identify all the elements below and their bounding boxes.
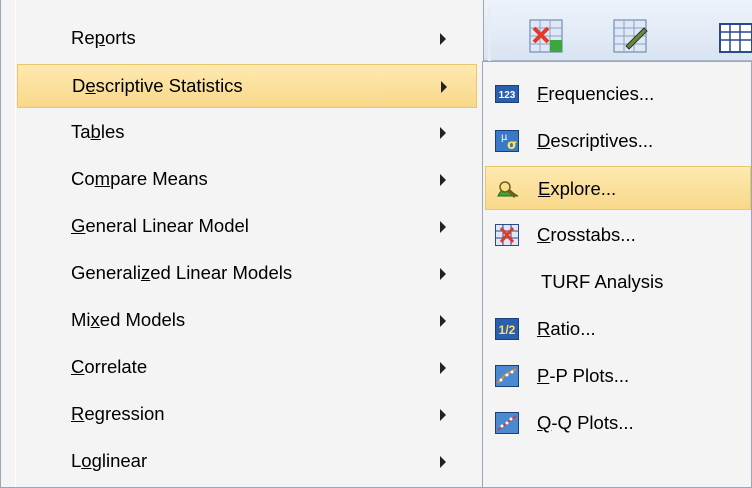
menu-item-tables[interactable]: Tables [17, 111, 477, 155]
submenu-item-label: TURF Analysis [541, 271, 664, 292]
menu-item-general-linear-model[interactable]: General Linear Model [17, 205, 477, 249]
submenu-arrow-icon [441, 81, 447, 93]
submenu-item-explore[interactable]: Explore... [485, 166, 751, 210]
submenu-item-label: Ratio... [537, 318, 596, 339]
submenu-arrow-icon [440, 268, 446, 280]
submenu-item-ratio[interactable]: 1/2 Ratio... [485, 307, 751, 351]
menu-item-compare-means[interactable]: Compare Means [17, 158, 477, 202]
menu-item-label: Regression [71, 403, 165, 424]
submenu-arrow-icon [440, 221, 446, 233]
crosstabs-icon [495, 224, 519, 246]
menu-item-label: Reports [71, 27, 136, 48]
table-icon[interactable] [718, 16, 752, 56]
submenu-item-pp-plots[interactable]: P-P Plots... [485, 354, 751, 398]
menu-item-label: Compare Means [71, 168, 208, 189]
menu-item-label: Mixed Models [71, 309, 186, 330]
submenu-item-label: Frequencies... [537, 83, 655, 104]
explore-icon [497, 181, 519, 199]
menu-item-label: Correlate [71, 356, 148, 377]
submenu-item-turf-analysis[interactable]: TURF Analysis [485, 260, 751, 304]
submenu-item-descriptives[interactable]: μ σ Descriptives... [485, 119, 751, 163]
menu-item-regression[interactable]: Regression [17, 393, 477, 437]
svg-text:123: 123 [499, 90, 516, 101]
menu-item-label: Generalized Linear Models [71, 262, 293, 283]
submenu-item-frequencies[interactable]: 123 Frequencies... [485, 72, 751, 116]
descriptive-statistics-submenu: 123 Frequencies... μ σ Descriptives... E… [482, 61, 752, 488]
variable-view-icon[interactable] [612, 16, 650, 56]
menu-item-correlate[interactable]: Correlate [17, 346, 477, 390]
menu-item-label: General Linear Model [71, 215, 249, 236]
submenu-arrow-icon [440, 409, 446, 421]
svg-text:σ: σ [507, 138, 517, 152]
submenu-arrow-icon [440, 315, 446, 327]
menu-item-label: Tables [71, 121, 125, 142]
submenu-item-label: Explore... [538, 178, 617, 199]
frequencies-icon: 123 [495, 85, 519, 103]
menu-gutter [15, 0, 16, 487]
submenu-arrow-icon [440, 456, 446, 468]
ratio-icon: 1/2 [495, 318, 519, 340]
submenu-arrow-icon [440, 33, 446, 45]
menu-item-loglinear[interactable]: Loglinear [17, 440, 477, 484]
menu-item-mixed-models[interactable]: Mixed Models [17, 299, 477, 343]
submenu-item-qq-plots[interactable]: Q-Q Plots... [485, 401, 751, 445]
toolbar [484, 0, 752, 61]
data-editor-icon[interactable] [528, 16, 566, 56]
menu-item-descriptive-statistics[interactable]: Descriptive Statistics [17, 64, 477, 108]
submenu-item-label: Descriptives... [537, 130, 654, 151]
pp-plots-icon [495, 365, 519, 387]
analyze-menu: Reports Descriptive Statistics Tables Co… [0, 0, 484, 488]
qq-plots-icon [495, 412, 519, 434]
menu-item-label: Descriptive Statistics [72, 75, 243, 96]
menu-item-reports[interactable]: Reports [17, 17, 477, 61]
menu-item-label: Loglinear [71, 450, 148, 471]
submenu-item-crosstabs[interactable]: Crosstabs... [485, 213, 751, 257]
submenu-arrow-icon [440, 127, 446, 139]
submenu-arrow-icon [440, 174, 446, 186]
submenu-item-label: P-P Plots... [537, 365, 630, 386]
submenu-arrow-icon [440, 362, 446, 374]
submenu-item-label: Crosstabs... [537, 224, 636, 245]
descriptives-icon: μ σ [495, 130, 519, 152]
submenu-item-label: Q-Q Plots... [537, 412, 634, 433]
menu-item-generalized-linear-models[interactable]: Generalized Linear Models [17, 252, 477, 296]
svg-text:1/2: 1/2 [499, 323, 516, 337]
